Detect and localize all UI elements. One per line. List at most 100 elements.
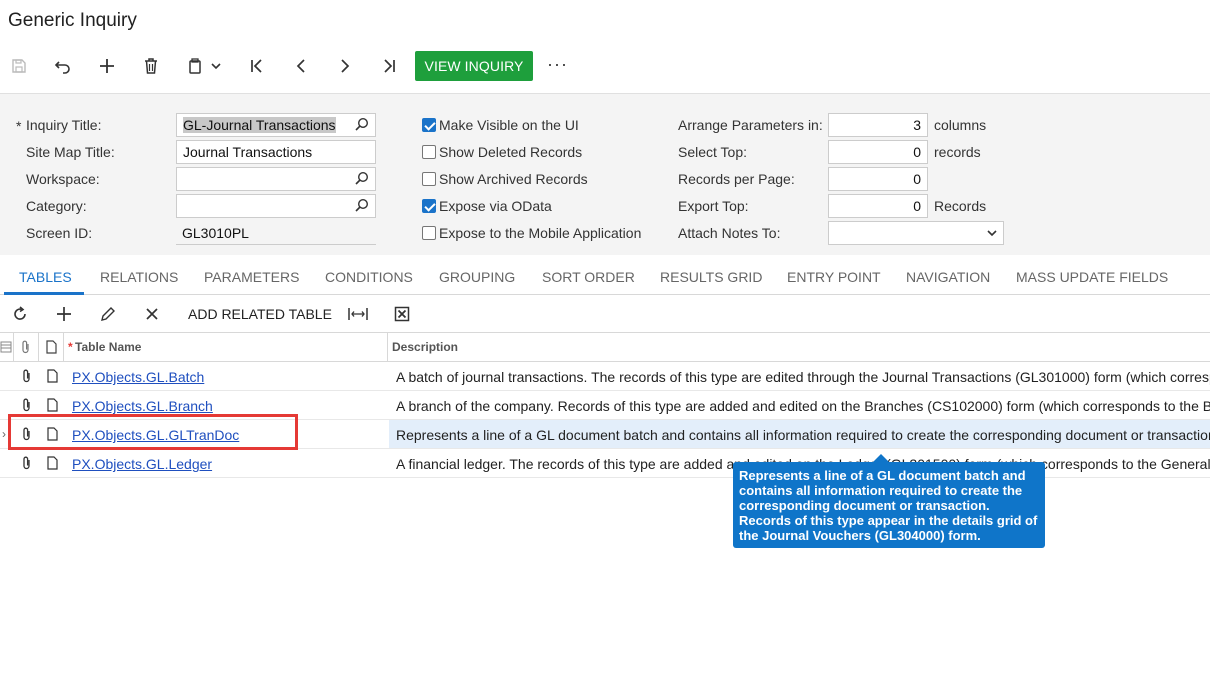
column-separator <box>38 333 39 362</box>
grid-header: * Table Name Description <box>0 333 1210 362</box>
tab-mass-update-fields[interactable]: MASS UPDATE FIELDS <box>1016 269 1168 285</box>
column-header-description[interactable]: Description <box>392 340 458 354</box>
plus-icon <box>100 59 114 73</box>
show-archived-checkbox[interactable] <box>422 172 436 186</box>
table-row[interactable]: PX.Objects.GL.Batch A batch of journal t… <box>0 362 1210 391</box>
show-deleted-checkbox[interactable] <box>422 145 436 159</box>
expose-odata-checkbox[interactable] <box>422 199 436 213</box>
more-menu-icon[interactable]: ··· <box>547 54 568 75</box>
tab-conditions[interactable]: CONDITIONS <box>325 269 413 285</box>
attach-notes-label: Attach Notes To: <box>678 225 781 241</box>
delete-button[interactable] <box>136 50 166 82</box>
main-toolbar: VIEW INQUIRY ··· <box>0 50 600 82</box>
active-tab-indicator <box>4 292 84 295</box>
attachment-icon[interactable] <box>22 369 32 383</box>
tab-bar: TABLES RELATIONS PARAMETERS CONDITIONS G… <box>0 257 1210 295</box>
site-map-title-field[interactable]: Journal Transactions <box>176 140 376 164</box>
make-visible-checkbox[interactable] <box>422 118 436 132</box>
undo-icon <box>54 61 70 74</box>
tab-relations[interactable]: RELATIONS <box>100 269 178 285</box>
site-map-title-label: Site Map Title: <box>26 144 115 160</box>
expose-odata-label: Expose via OData <box>439 198 552 214</box>
tab-entry-point[interactable]: ENTRY POINT <box>787 269 881 285</box>
required-marker: * <box>16 118 22 134</box>
category-label: Category: <box>26 198 87 214</box>
attachment-icon <box>22 340 29 354</box>
refresh-button[interactable] <box>6 298 34 330</box>
edit-row-button[interactable] <box>94 298 122 330</box>
make-visible-label: Make Visible on the UI <box>439 117 579 133</box>
description-cell[interactable]: A branch of the company. Records of this… <box>389 391 1210 419</box>
note-icon[interactable] <box>47 369 58 383</box>
column-separator <box>63 333 64 362</box>
trash-icon <box>145 58 157 74</box>
tab-grouping[interactable]: GROUPING <box>439 269 515 285</box>
tab-sort-order[interactable]: SORT ORDER <box>542 269 635 285</box>
add-row-button[interactable] <box>50 298 78 330</box>
screen-id-label: Screen ID: <box>26 225 93 241</box>
site-map-title-value: Journal Transactions <box>183 144 313 160</box>
inquiry-form: * Inquiry Title: GL-Journal Transactions… <box>0 93 1210 255</box>
clipboard-dropdown[interactable] <box>204 50 228 82</box>
select-top-field[interactable]: 0 <box>828 140 928 164</box>
category-field[interactable] <box>176 194 376 218</box>
add-related-table-button[interactable]: ADD RELATED TABLE <box>188 306 332 322</box>
arrange-field[interactable]: 3 <box>828 113 928 137</box>
next-record-button[interactable] <box>330 50 360 82</box>
first-icon <box>251 59 262 73</box>
search-icon[interactable] <box>355 198 369 212</box>
undo-button[interactable] <box>48 50 78 82</box>
tab-navigation[interactable]: NAVIGATION <box>906 269 990 285</box>
description-cell[interactable]: A batch of journal transactions. The rec… <box>389 362 1210 390</box>
records-per-page-field[interactable]: 0 <box>828 167 928 191</box>
note-icon[interactable] <box>47 398 58 412</box>
tab-tables[interactable]: TABLES <box>19 269 72 285</box>
workspace-label: Workspace: <box>26 171 100 187</box>
attach-notes-select[interactable] <box>828 221 1004 245</box>
view-inquiry-button[interactable]: VIEW INQUIRY <box>415 51 533 81</box>
grid-toolbar: ADD RELATED TABLE <box>0 298 1210 330</box>
column-separator <box>387 333 388 362</box>
previous-record-button[interactable] <box>286 50 316 82</box>
pencil-icon <box>101 307 115 321</box>
fit-width-icon <box>348 308 368 320</box>
tab-results-grid[interactable]: RESULTS GRID <box>660 269 762 285</box>
column-separator <box>13 333 14 362</box>
inquiry-title-field[interactable]: GL-Journal Transactions <box>176 113 376 137</box>
inquiry-title-value: GL-Journal Transactions <box>183 117 336 133</box>
last-record-button[interactable] <box>374 50 404 82</box>
screen-id-value: GL3010PL <box>176 221 376 245</box>
export-excel-button[interactable] <box>388 298 416 330</box>
column-header-table-name[interactable]: Table Name <box>75 340 141 354</box>
table-name-link[interactable]: PX.Objects.GL.Branch <box>72 398 213 414</box>
delete-row-button[interactable] <box>138 298 166 330</box>
row-selector-icon[interactable] <box>0 341 12 353</box>
expose-mobile-label: Expose to the Mobile Application <box>439 225 642 241</box>
table-name-link[interactable]: PX.Objects.GL.Ledger <box>72 456 212 472</box>
workspace-field[interactable] <box>176 167 376 191</box>
table-name-link[interactable]: PX.Objects.GL.Batch <box>72 369 204 385</box>
show-archived-label: Show Archived Records <box>439 171 588 187</box>
export-top-field[interactable]: 0 <box>828 194 928 218</box>
first-record-button[interactable] <box>242 50 272 82</box>
close-icon <box>146 308 158 320</box>
select-top-label: Select Top: <box>678 144 748 160</box>
fit-columns-button[interactable] <box>344 298 372 330</box>
inquiry-title-label: Inquiry Title: <box>26 117 102 133</box>
tab-parameters[interactable]: PARAMETERS <box>204 269 299 285</box>
required-marker: * <box>68 340 73 354</box>
save-button[interactable] <box>4 50 34 82</box>
tables-grid: * Table Name Description PX.Objects.GL.B… <box>0 332 1210 478</box>
refresh-icon <box>14 306 26 320</box>
note-icon[interactable] <box>47 456 58 470</box>
arrange-unit: columns <box>934 117 987 133</box>
add-button[interactable] <box>92 50 122 82</box>
export-top-unit: Records <box>934 198 987 214</box>
expose-mobile-checkbox[interactable] <box>422 226 436 240</box>
attachment-icon[interactable] <box>22 456 32 470</box>
description-cell[interactable]: Represents a line of a GL document batch… <box>389 420 1210 448</box>
search-icon[interactable] <box>355 171 369 185</box>
search-icon[interactable] <box>355 117 369 131</box>
clipboard-icon <box>189 58 201 74</box>
attachment-icon[interactable] <box>22 398 32 412</box>
